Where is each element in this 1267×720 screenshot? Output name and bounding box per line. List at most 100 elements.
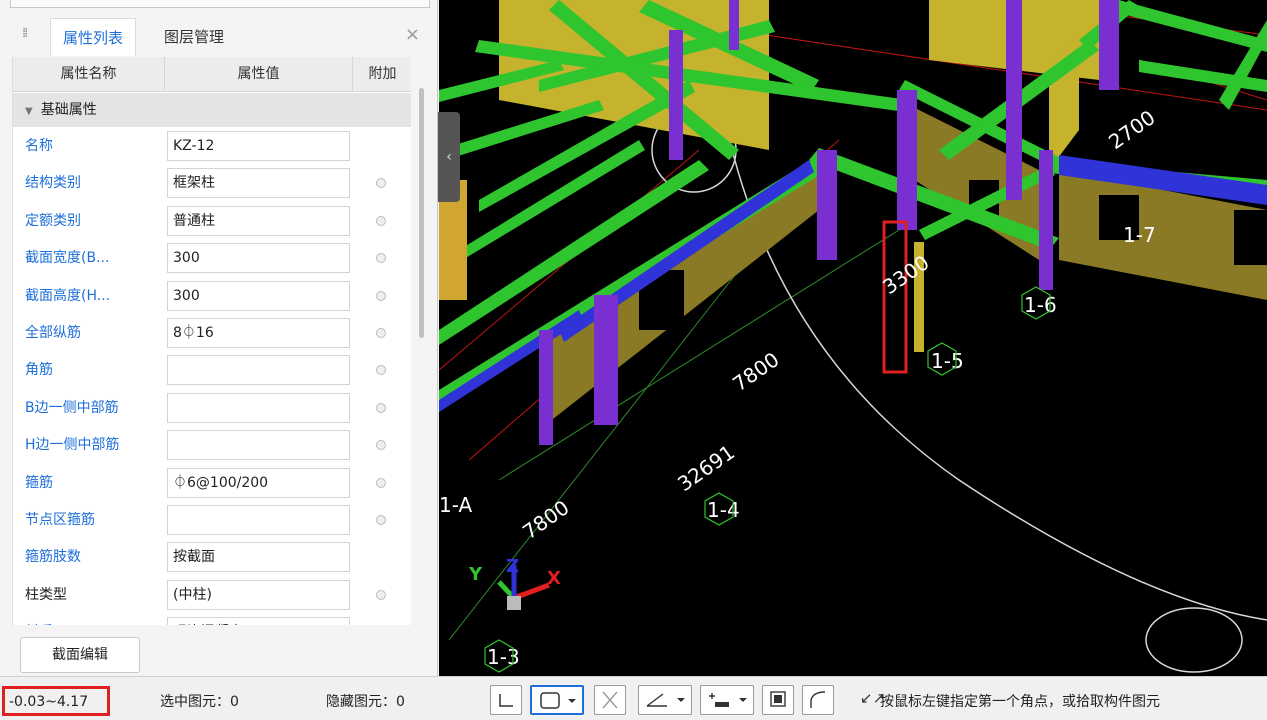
property-row[interactable]: 箍筋肢数 按截面 bbox=[13, 539, 411, 576]
extra-radio-icon[interactable] bbox=[376, 515, 386, 525]
model-scene: 7800 7800 32691 3300 2700 1-3 1-4 1-5 1-… bbox=[439, 0, 1267, 673]
extra-radio-icon[interactable] bbox=[376, 477, 386, 488]
property-name: 截面宽度(B... bbox=[25, 250, 110, 267]
scrollbar-thumb[interactable] bbox=[419, 88, 424, 338]
column-header-name[interactable]: 属性名称 bbox=[13, 57, 165, 92]
property-name: 定额类别 bbox=[25, 212, 81, 229]
property-name: H边一侧中部筋 bbox=[25, 437, 120, 454]
status-hint: 按鼠标左键指定第一个角点，或拾取构件图元 bbox=[880, 694, 1160, 710]
tab-layers[interactable]: 图层管理 bbox=[152, 18, 236, 56]
property-grid: 属性名称 属性值 附加 ▼ 基础属性 名称 KZ-12 结构类别 框架柱定额类别 普通柱截… bbox=[12, 57, 411, 625]
extra-radio-icon[interactable] bbox=[376, 440, 386, 451]
extra-radio-icon[interactable] bbox=[376, 290, 386, 301]
line-tool-icon[interactable] bbox=[490, 685, 522, 715]
curve-icon[interactable] bbox=[802, 685, 834, 715]
property-row[interactable]: 材质现浇混凝土 bbox=[13, 614, 411, 625]
angle-icon[interactable] bbox=[638, 685, 692, 715]
collapse-triangle-icon[interactable]: ▼ bbox=[25, 106, 33, 117]
column-header-value[interactable]: 属性值 bbox=[165, 57, 353, 92]
close-icon[interactable]: × bbox=[405, 24, 420, 45]
property-value-field[interactable]: KZ-12 bbox=[167, 131, 350, 161]
section-label: 基础属性 bbox=[40, 102, 97, 118]
property-value-field[interactable]: ⏀6@100/200 bbox=[167, 467, 350, 498]
property-value-field[interactable]: (中柱) bbox=[167, 579, 350, 610]
axis-y-label: Y bbox=[468, 564, 483, 585]
extra-radio-icon[interactable] bbox=[376, 402, 386, 413]
tab-properties[interactable]: 属性列表 bbox=[50, 18, 137, 56]
extra-radio-icon[interactable] bbox=[376, 253, 386, 264]
property-name: B边一侧中部筋 bbox=[25, 399, 119, 416]
property-name: 角筋 bbox=[25, 362, 53, 379]
property-value-field[interactable]: 300 bbox=[167, 243, 350, 274]
collapse-icon[interactable]: ‹ bbox=[438, 112, 460, 202]
dim-label-7800-b: 7800 bbox=[518, 495, 573, 544]
extra-radio-icon[interactable] bbox=[376, 215, 386, 226]
grip-icon[interactable]: ⁞⁞ bbox=[22, 26, 28, 41]
axis-gizmo: X Y Z bbox=[468, 556, 561, 610]
property-name: 全部纵筋 bbox=[25, 325, 81, 341]
property-value-field[interactable] bbox=[167, 392, 350, 423]
property-value-field[interactable] bbox=[167, 430, 350, 461]
status-bar: -0.03~4.17 选中图元：0 隐藏图元：0 ↙↗ 按鼠标左键指定第一个角点… bbox=[0, 676, 1267, 720]
property-name: 柱类型 bbox=[25, 586, 67, 603]
extra-radio-icon[interactable] bbox=[376, 589, 386, 600]
property-panel: ⁞⁞ 属性列表 图层管理 × 属性名称 属性值 附加 ▼ 基础属性 名称 KZ-12… bbox=[0, 0, 438, 676]
display-icon[interactable] bbox=[762, 685, 794, 715]
axis-label-1-3: 1-3 bbox=[487, 645, 520, 669]
property-name: 节点区箍筋 bbox=[25, 512, 95, 528]
property-row[interactable]: 全部纵筋 8⏀16 bbox=[13, 315, 411, 352]
dimension-icon[interactable] bbox=[700, 685, 754, 715]
property-row[interactable]: 节点区箍筋 bbox=[13, 502, 411, 539]
property-row[interactable]: 截面宽度(B... 300 bbox=[13, 240, 411, 277]
axis-label-1-a: 1-A bbox=[439, 493, 473, 517]
property-row[interactable]: 结构类别 框架柱 bbox=[13, 165, 411, 202]
property-name: 截面高度(H... bbox=[25, 287, 111, 304]
property-row[interactable]: 名称 KZ-12 bbox=[13, 128, 411, 165]
dim-label-7800-a: 7800 bbox=[728, 347, 783, 396]
property-value-field[interactable]: 普通柱 bbox=[167, 205, 350, 236]
property-row[interactable]: 箍筋 ⏀6@100/200 bbox=[13, 465, 411, 502]
cross-select-icon[interactable] bbox=[594, 685, 626, 715]
property-name: 箍筋肢数 bbox=[25, 549, 81, 566]
property-name: 箍筋 bbox=[25, 474, 53, 491]
dim-label-2700: 2700 bbox=[1104, 105, 1159, 154]
highlight-box bbox=[882, 220, 908, 374]
extra-radio-icon[interactable] bbox=[376, 365, 386, 376]
extra-radio-icon[interactable] bbox=[376, 178, 386, 189]
property-value-field[interactable]: 300 bbox=[167, 280, 350, 311]
panel-header: ⁞⁞ 属性列表 图层管理 × bbox=[10, 12, 432, 56]
property-value-field[interactable]: 按截面 bbox=[167, 542, 350, 573]
axis-z-label: Z bbox=[506, 556, 519, 577]
hidden-count: 隐藏图元：0 bbox=[326, 694, 405, 710]
dim-label-32691: 32691 bbox=[673, 440, 739, 496]
axis-label-1-5: 1-5 bbox=[931, 349, 964, 373]
property-value-field[interactable]: 框架柱 bbox=[167, 168, 350, 199]
property-row[interactable]: 角筋 bbox=[13, 352, 411, 389]
column-header-extra[interactable]: 附加 bbox=[353, 57, 411, 92]
axis-label-1-6: 1-6 bbox=[1024, 293, 1057, 317]
property-row[interactable]: 柱类型 (中柱) bbox=[13, 577, 411, 614]
elevation-range[interactable]: -0.03~4.17 bbox=[2, 686, 110, 716]
section-edit-button[interactable]: 截面编辑 bbox=[20, 637, 140, 673]
top-strip bbox=[10, 0, 430, 8]
axis-label-1-7: 1-7 bbox=[1123, 223, 1156, 247]
property-value-field[interactable]: 8⏀16 bbox=[167, 318, 350, 348]
selected-count: 选中图元：0 bbox=[160, 694, 239, 710]
property-name: 材质 bbox=[25, 614, 171, 625]
property-row[interactable]: B边一侧中部筋 bbox=[13, 390, 411, 427]
property-name: 名称 bbox=[25, 138, 53, 154]
property-row[interactable]: 定额类别 普通柱 bbox=[13, 203, 411, 240]
property-value-field[interactable] bbox=[167, 505, 350, 535]
property-row[interactable]: H边一侧中部筋 bbox=[13, 427, 411, 464]
extra-radio-icon[interactable] bbox=[376, 328, 386, 338]
arc-ellipse bbox=[1145, 607, 1243, 673]
property-value-field[interactable]: 现浇混凝土 bbox=[167, 617, 350, 625]
section-basic-properties[interactable]: ▼ 基础属性 bbox=[13, 93, 411, 127]
property-name: 结构类别 bbox=[25, 175, 81, 192]
rect-select-icon[interactable] bbox=[530, 685, 584, 715]
property-value-field[interactable] bbox=[167, 355, 350, 386]
property-row[interactable]: 截面高度(H... 300 bbox=[13, 278, 411, 315]
axis-label-1-4: 1-4 bbox=[707, 498, 740, 522]
axis-x-label: X bbox=[547, 568, 561, 589]
3d-viewport[interactable]: 7800 7800 32691 3300 2700 1-3 1-4 1-5 1-… bbox=[439, 0, 1267, 676]
